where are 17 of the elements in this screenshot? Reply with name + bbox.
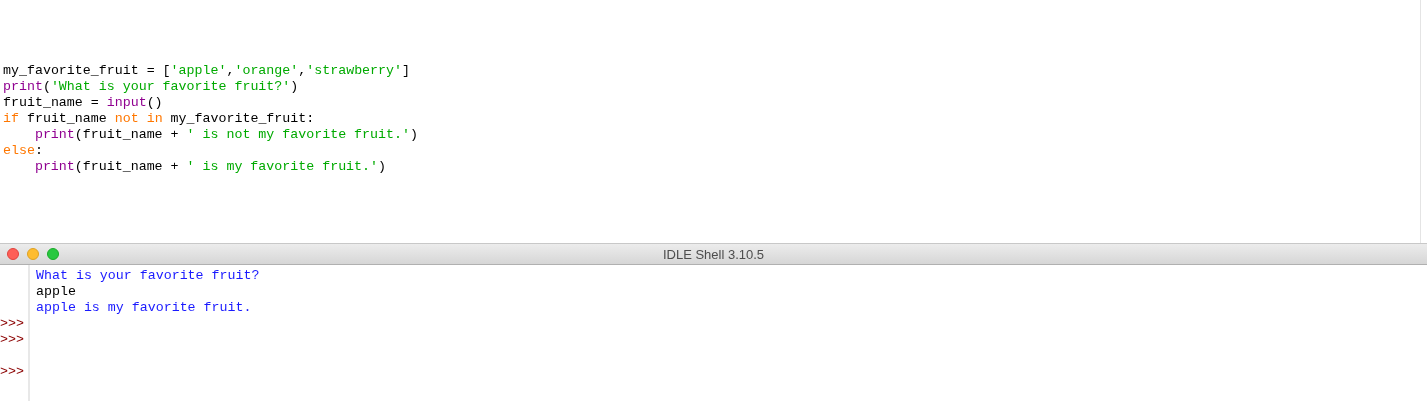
minimize-button[interactable]	[27, 248, 39, 260]
shell-prompt: >>>	[0, 332, 24, 347]
code-line: my_favorite_fruit = ['apple','orange','strawberry']	[3, 63, 411, 79]
zoom-button[interactable]	[47, 248, 59, 260]
close-button[interactable]	[7, 248, 19, 260]
code-line: else:	[3, 143, 44, 159]
code-line: print(fruit_name + ' is my favorite fruit.')	[33, 159, 388, 175]
code-line: print('What is your favorite fruit?')	[3, 79, 300, 95]
code-line: if fruit_name not in my_favorite_fruit:	[3, 111, 316, 127]
input-line: apple	[36, 284, 76, 299]
code-line: print(fruit_name + ' is not my favorite fruit.')	[33, 127, 419, 143]
code-line: fruit_name = input()	[3, 95, 164, 111]
output-line: apple is my favorite fruit.	[36, 300, 252, 315]
window-title: IDLE Shell 3.10.5	[662, 246, 765, 262]
output-line: What is your favorite fruit?	[36, 268, 260, 283]
shell-prompt: >>>	[0, 364, 24, 379]
shell-prompt: >>>	[0, 316, 24, 331]
